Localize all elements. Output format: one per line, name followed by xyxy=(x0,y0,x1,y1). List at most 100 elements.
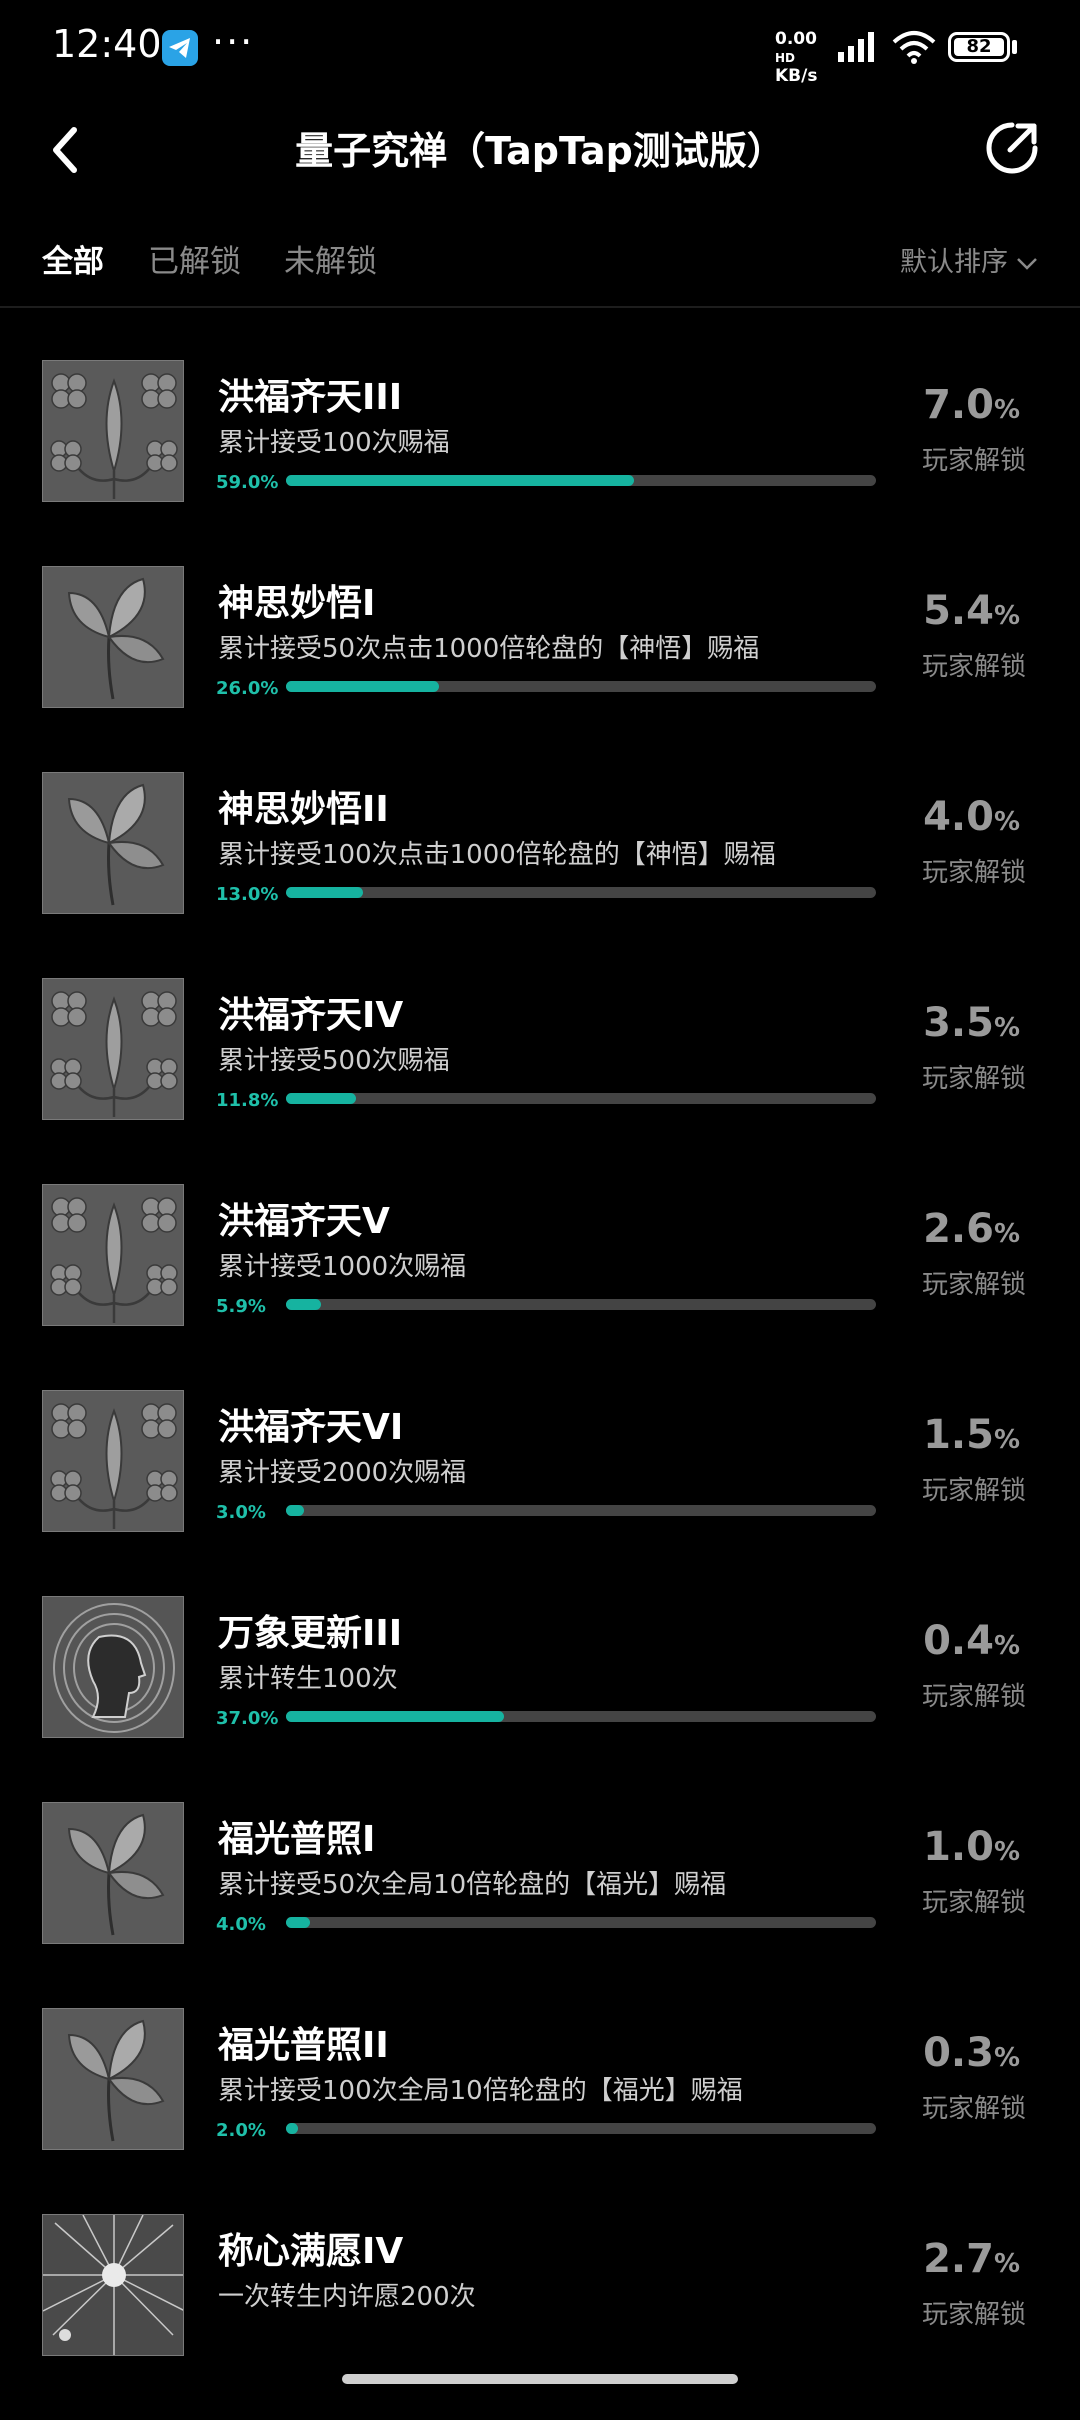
status-bar: 12:40 ··· 0.00 HD KB/s 82 xyxy=(0,0,1080,96)
achievement-description: 累计接受500次赐福 xyxy=(218,1046,450,1076)
achievement-row[interactable]: 福光普照I 累计接受50次全局10倍轮盘的【福光】赐福 4.0% 1.0% 玩家解锁 xyxy=(0,1802,1080,2008)
progress-fill xyxy=(286,681,439,692)
progress-percent: 4.0% xyxy=(216,1914,266,1935)
unlock-rate-value: 2.6 xyxy=(923,1206,994,1252)
divider xyxy=(0,306,1080,308)
share-icon[interactable] xyxy=(982,118,1042,178)
progress-percent: 37.0% xyxy=(216,1708,279,1729)
progress-percent: 13.0% xyxy=(216,884,279,905)
unlock-rate-value: 2.7 xyxy=(923,2236,994,2282)
progress-fill xyxy=(286,1093,356,1104)
achievement-badge-icon xyxy=(42,360,184,502)
unlock-rate-label: 玩家解锁 xyxy=(921,858,1026,888)
unlock-rate-unit: % xyxy=(993,1837,1020,1867)
achievement-description: 累计接受100次赐福 xyxy=(218,428,450,458)
app-bar: 量子究禅（TapTap测试版） xyxy=(0,96,1080,204)
unlock-rate-label: 玩家解锁 xyxy=(921,652,1026,682)
achievement-row[interactable]: 洪福齐天VI 累计接受2000次赐福 3.0% 1.5% 玩家解锁 xyxy=(0,1390,1080,1596)
tab-unlocked[interactable]: 已解锁 xyxy=(148,236,241,281)
battery-icon: 82 xyxy=(948,32,1010,62)
achievement-row[interactable]: 洪福齐天IV 累计接受500次赐福 11.8% 3.5% 玩家解锁 xyxy=(0,978,1080,1184)
net-speed-unit: KB/s xyxy=(775,66,818,86)
battery-level: 82 xyxy=(954,38,1004,56)
unlock-rate-value: 5.4 xyxy=(923,588,994,634)
achievement-badge-icon xyxy=(42,978,184,1120)
achievement-description: 累计接受1000次赐福 xyxy=(218,1252,467,1282)
unlock-rate: 2.6% xyxy=(923,1206,1020,1252)
achievement-row[interactable]: 万象更新III 累计转生100次 37.0% 0.4% 玩家解锁 xyxy=(0,1596,1080,1802)
achievement-description: 累计接受100次点击1000倍轮盘的【神悟】赐福 xyxy=(218,840,776,870)
signal-icon xyxy=(838,32,874,62)
progress-fill xyxy=(286,1711,504,1722)
achievement-badge-icon xyxy=(42,2214,184,2356)
unlock-rate-label: 玩家解锁 xyxy=(921,1888,1026,1918)
sort-dropdown[interactable]: 默认排序 xyxy=(900,240,1038,279)
unlock-rate-unit: % xyxy=(993,2249,1020,2279)
wifi-icon xyxy=(892,31,936,64)
progress-track xyxy=(286,1917,876,1928)
tab-locked[interactable]: 未解锁 xyxy=(284,236,377,281)
progress-percent: 11.8% xyxy=(216,1090,279,1111)
unlock-rate-value: 1.5 xyxy=(923,1412,994,1458)
progress-track xyxy=(286,1093,876,1104)
progress-percent: 59.0% xyxy=(216,472,279,493)
unlock-rate-label: 玩家解锁 xyxy=(921,1476,1026,1506)
tab-all[interactable]: 全部 xyxy=(42,236,104,281)
achievement-badge-icon xyxy=(42,1596,184,1738)
achievement-description: 累计接受50次全局10倍轮盘的【福光】赐福 xyxy=(218,1870,727,1900)
page-title: 量子究禅（TapTap测试版） xyxy=(295,129,785,173)
achievement-badge-icon xyxy=(42,772,184,914)
achievement-row[interactable]: 称心满愿IV 一次转生内许愿200次 2.7% 玩家解锁 xyxy=(0,2214,1080,2420)
progress-track xyxy=(286,681,876,692)
network-speed: 0.00 HD KB/s xyxy=(775,30,831,85)
progress-fill xyxy=(286,1505,304,1516)
progress-fill xyxy=(286,475,634,486)
achievement-row[interactable]: 洪福齐天III 累计接受100次赐福 59.0% 7.0% 玩家解锁 xyxy=(0,360,1080,566)
unlock-rate-value: 7.0 xyxy=(923,382,994,428)
achievement-name: 福光普照I xyxy=(218,1819,376,1860)
progress-track xyxy=(286,475,876,486)
back-arrow-icon[interactable] xyxy=(46,122,86,178)
achievement-row[interactable]: 福光普照II 累计接受100次全局10倍轮盘的【福光】赐福 2.0% 0.3% 玩家解锁 xyxy=(0,2008,1080,2214)
unlock-rate-value: 0.3 xyxy=(923,2030,994,2076)
telegram-icon xyxy=(162,30,198,66)
achievement-list: 洪福齐天III 累计接受100次赐福 59.0% 7.0% 玩家解锁 神思妙悟I 累计接受5… xyxy=(0,360,1080,2420)
unlock-rate-label: 玩家解锁 xyxy=(921,446,1026,476)
progress-track xyxy=(286,1711,876,1722)
achievement-row[interactable]: 神思妙悟II 累计接受100次点击1000倍轮盘的【神悟】赐福 13.0% 4.0% 玩… xyxy=(0,772,1080,978)
unlock-rate-unit: % xyxy=(993,395,1020,425)
achievement-row[interactable]: 洪福齐天V 累计接受1000次赐福 5.9% 2.6% 玩家解锁 xyxy=(0,1184,1080,1390)
unlock-rate-unit: % xyxy=(993,1425,1020,1455)
achievement-name: 福光普照II xyxy=(218,2025,389,2066)
progress-track xyxy=(286,2123,876,2134)
more-notifications-icon: ··· xyxy=(212,20,255,64)
achievement-badge-icon xyxy=(42,2008,184,2150)
achievement-description: 一次转生内许愿200次 xyxy=(218,2282,476,2312)
progress-track xyxy=(286,1505,876,1516)
progress-percent: 3.0% xyxy=(216,1502,266,1523)
achievement-description: 累计转生100次 xyxy=(218,1664,398,1694)
unlock-rate-value: 1.0 xyxy=(923,1824,994,1870)
achievement-name: 洪福齐天IV xyxy=(218,995,404,1036)
unlock-rate-unit: % xyxy=(993,1013,1020,1043)
achievement-row[interactable]: 神思妙悟I 累计接受50次点击1000倍轮盘的【神悟】赐福 26.0% 5.4% 玩家解… xyxy=(0,566,1080,772)
unlock-rate: 2.7% xyxy=(923,2236,1020,2282)
achievement-badge-icon xyxy=(42,1802,184,1944)
sort-label: 默认排序 xyxy=(900,247,1008,278)
unlock-rate: 0.4% xyxy=(923,1618,1020,1664)
unlock-rate: 3.5% xyxy=(923,1000,1020,1046)
filter-tabs: 全部 已解锁 未解锁 默认排序 xyxy=(0,228,1080,298)
progress-fill xyxy=(286,1299,321,1310)
unlock-rate-value: 3.5 xyxy=(923,1000,994,1046)
unlock-rate-unit: % xyxy=(993,1219,1020,1249)
unlock-rate: 1.5% xyxy=(923,1412,1020,1458)
unlock-rate-unit: % xyxy=(993,1631,1020,1661)
gesture-bar[interactable] xyxy=(342,2374,738,2384)
unlock-rate-label: 玩家解锁 xyxy=(921,1064,1026,1094)
chevron-down-icon xyxy=(1017,257,1037,270)
net-speed-value: 0.00 xyxy=(775,29,817,49)
progress-track xyxy=(286,1299,876,1310)
achievement-name: 万象更新III xyxy=(218,1613,403,1654)
progress-percent: 26.0% xyxy=(216,678,279,699)
progress-percent: 2.0% xyxy=(216,2120,266,2141)
